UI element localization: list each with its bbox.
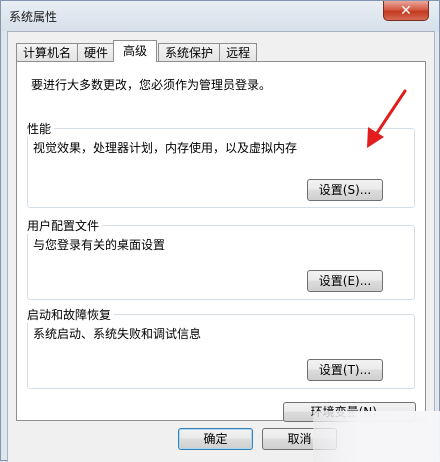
tab-computer-name[interactable]: 计算机名	[16, 43, 79, 62]
tab-system-protection[interactable]: 系统保护	[158, 43, 221, 62]
system-properties-window: 系统属性 ✕ 计算机名 硬件 高级 系统保护 远程 要进行大多数更改，您必须作为…	[0, 0, 440, 462]
performance-settings-button[interactable]: 设置(S)...	[307, 179, 383, 201]
user-profiles-settings-button[interactable]: 设置(E)...	[307, 270, 383, 292]
startup-recovery-title: 启动和故障恢复	[27, 306, 115, 323]
window-title: 系统属性	[9, 10, 58, 24]
startup-recovery-group: 启动和故障恢复 系统启动、系统失败和调试信息 设置(T)...	[27, 306, 415, 389]
tab-advanced[interactable]: 高级	[113, 40, 158, 62]
performance-group: 性能 视觉效果，处理器计划，内存使用，以及虚拟内存 设置(S)...	[27, 120, 415, 208]
advanced-tab-panel: 要进行大多数更改，您必须作为管理员登录。 性能 视觉效果，处理器计划，内存使用，…	[16, 61, 426, 422]
admin-note: 要进行大多数更改，您必须作为管理员登录。	[31, 78, 272, 92]
title-bar[interactable]: 系统属性 ✕	[1, 1, 439, 31]
tab-strip: 计算机名 硬件 高级 系统保护 远程	[16, 40, 258, 62]
dialog-client-area: 计算机名 硬件 高级 系统保护 远程 要进行大多数更改，您必须作为管理员登录。 …	[7, 31, 435, 462]
blurred-corner	[313, 411, 440, 462]
close-button[interactable]: ✕	[383, 1, 429, 21]
tab-remote[interactable]: 远程	[219, 43, 258, 62]
user-profiles-group: 用户配置文件 与您登录有关的桌面设置 设置(E)...	[27, 217, 415, 300]
ok-button[interactable]: 确定	[178, 428, 253, 450]
startup-recovery-settings-button[interactable]: 设置(T)...	[307, 359, 383, 381]
close-icon: ✕	[400, 2, 412, 19]
startup-recovery-description: 系统启动、系统失败和调试信息	[33, 327, 202, 341]
tab-hardware[interactable]: 硬件	[77, 43, 116, 62]
performance-description: 视觉效果，处理器计划，内存使用，以及虚拟内存	[33, 141, 298, 155]
performance-title: 性能	[27, 120, 55, 137]
user-profiles-description: 与您登录有关的桌面设置	[33, 238, 166, 252]
user-profiles-title: 用户配置文件	[27, 217, 103, 234]
